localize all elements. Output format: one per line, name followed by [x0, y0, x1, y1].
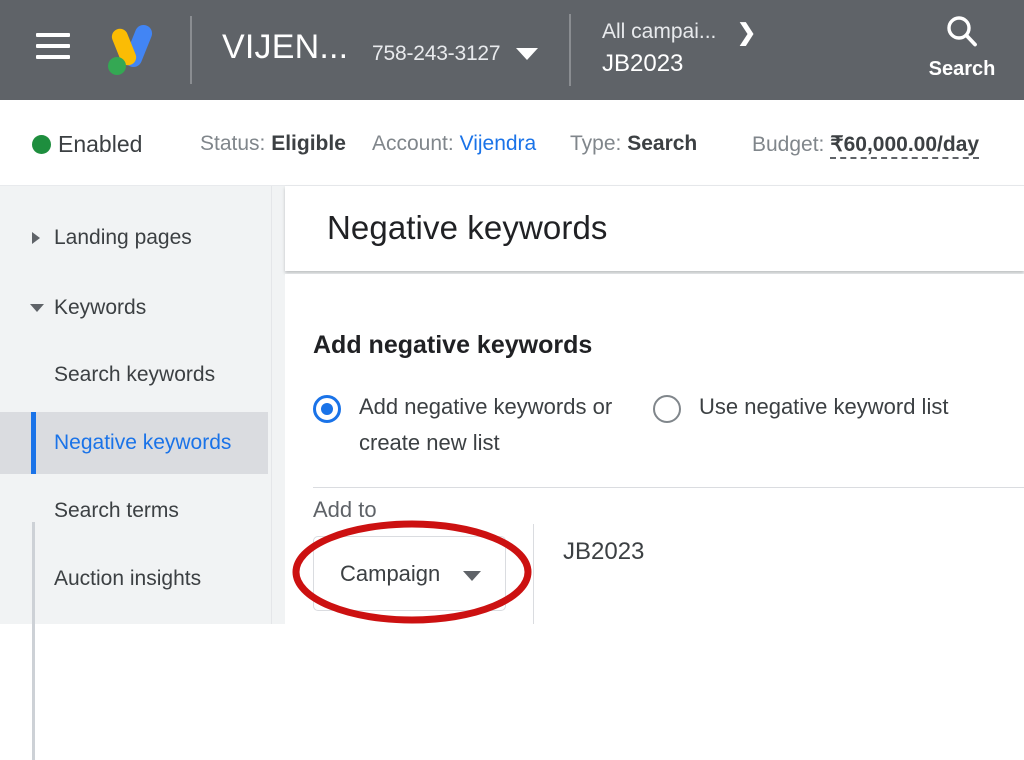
topbar-divider	[190, 16, 192, 84]
triangle-down-icon	[30, 304, 44, 312]
page-title: Negative keywords	[327, 209, 608, 246]
sidebar-item-label: Search terms	[54, 499, 179, 522]
chevron-down-icon	[463, 571, 481, 581]
sidebar-item-auction-insights[interactable]: Auction insights	[0, 548, 268, 610]
status-badge: Enabled	[58, 131, 143, 157]
sidebar-group-label: Landing pages	[54, 226, 192, 249]
hamburger-menu-icon[interactable]	[36, 33, 70, 59]
radio-selected-icon[interactable]	[313, 395, 341, 423]
main-content: Negative keywords Add negative keywords …	[285, 186, 1024, 624]
budget-value[interactable]: ₹60,000.00/day	[830, 133, 980, 159]
status-field-label: Account:	[372, 132, 454, 155]
radio-unselected-icon[interactable]	[653, 395, 681, 423]
hamburger-bar	[36, 44, 70, 48]
search-icon	[947, 16, 977, 47]
status-field-account: Account: Vijendra	[372, 132, 536, 156]
status-field-budget: Budget: ₹60,000.00/day	[752, 132, 980, 159]
status-field-type: Type: Search	[570, 132, 697, 156]
breadcrumb-current[interactable]: JB2023	[602, 50, 683, 78]
radio-option-label: Add negative keywords or create new list	[359, 394, 613, 455]
sidebar-item-label: Auction insights	[54, 567, 202, 590]
status-field-value: Eligible	[271, 132, 346, 155]
sidebar-group-keywords[interactable]: Keywords	[0, 286, 272, 330]
vertical-divider	[533, 524, 534, 624]
sidebar-item-label: Search keywords	[54, 363, 216, 386]
sidebar-item-label: Negative keywords	[54, 431, 232, 454]
chevron-right-icon: ❯	[737, 19, 757, 45]
account-name[interactable]: VIJEN...	[222, 28, 348, 67]
sidebar-item-search-terms[interactable]: Search terms	[0, 480, 268, 542]
breadcrumb-parent[interactable]: All campai...	[602, 20, 716, 44]
left-sidebar: Landing pages Keywords Search keywords N…	[0, 186, 272, 760]
section-divider	[313, 487, 1024, 488]
account-link[interactable]: Vijendra	[460, 132, 537, 155]
hamburger-bar	[36, 55, 70, 59]
status-dot-icon	[32, 135, 51, 154]
add-to-label: Add to	[313, 497, 377, 522]
sidebar-edge-divider	[271, 186, 272, 624]
status-field-value: Search	[627, 132, 698, 155]
search-label: Search	[928, 58, 996, 80]
radio-option-label: Use negative keyword list	[699, 394, 949, 419]
section-title: Add negative keywords	[313, 331, 593, 359]
top-app-bar: VIJEN... 758-243-3127 All campai... ❯ JB…	[0, 0, 1024, 100]
search-button[interactable]: Search	[920, 12, 1004, 81]
status-field-label: Type:	[570, 132, 622, 155]
status-field-label: Budget:	[752, 133, 825, 156]
google-ads-page: VIJEN... 758-243-3127 All campai... ❯ JB…	[0, 0, 1024, 760]
sidebar-group-label: Keywords	[54, 296, 147, 319]
selected-campaign-value: JB2023	[563, 538, 645, 565]
page-header-card: Negative keywords	[285, 186, 1024, 271]
chevron-down-icon[interactable]	[516, 48, 538, 60]
hamburger-bar	[36, 33, 70, 37]
status-field-status: Status: Eligible	[200, 132, 346, 156]
sidebar-item-negative-keywords[interactable]: Negative keywords	[0, 412, 268, 474]
sidebar-group-landing-pages[interactable]: Landing pages	[0, 216, 272, 260]
campaign-dropdown-value: Campaign	[340, 561, 441, 586]
add-mode-radio-group: Add negative keywords or create new list…	[313, 389, 1013, 465]
campaign-dropdown[interactable]: Campaign	[313, 536, 506, 611]
account-id[interactable]: 758-243-3127	[372, 42, 501, 66]
triangle-right-icon	[32, 232, 40, 244]
status-field-label: Status:	[200, 132, 266, 155]
google-ads-logo[interactable]	[104, 22, 158, 78]
sidebar-item-search-keywords[interactable]: Search keywords	[0, 344, 268, 406]
topbar-divider	[569, 14, 571, 86]
